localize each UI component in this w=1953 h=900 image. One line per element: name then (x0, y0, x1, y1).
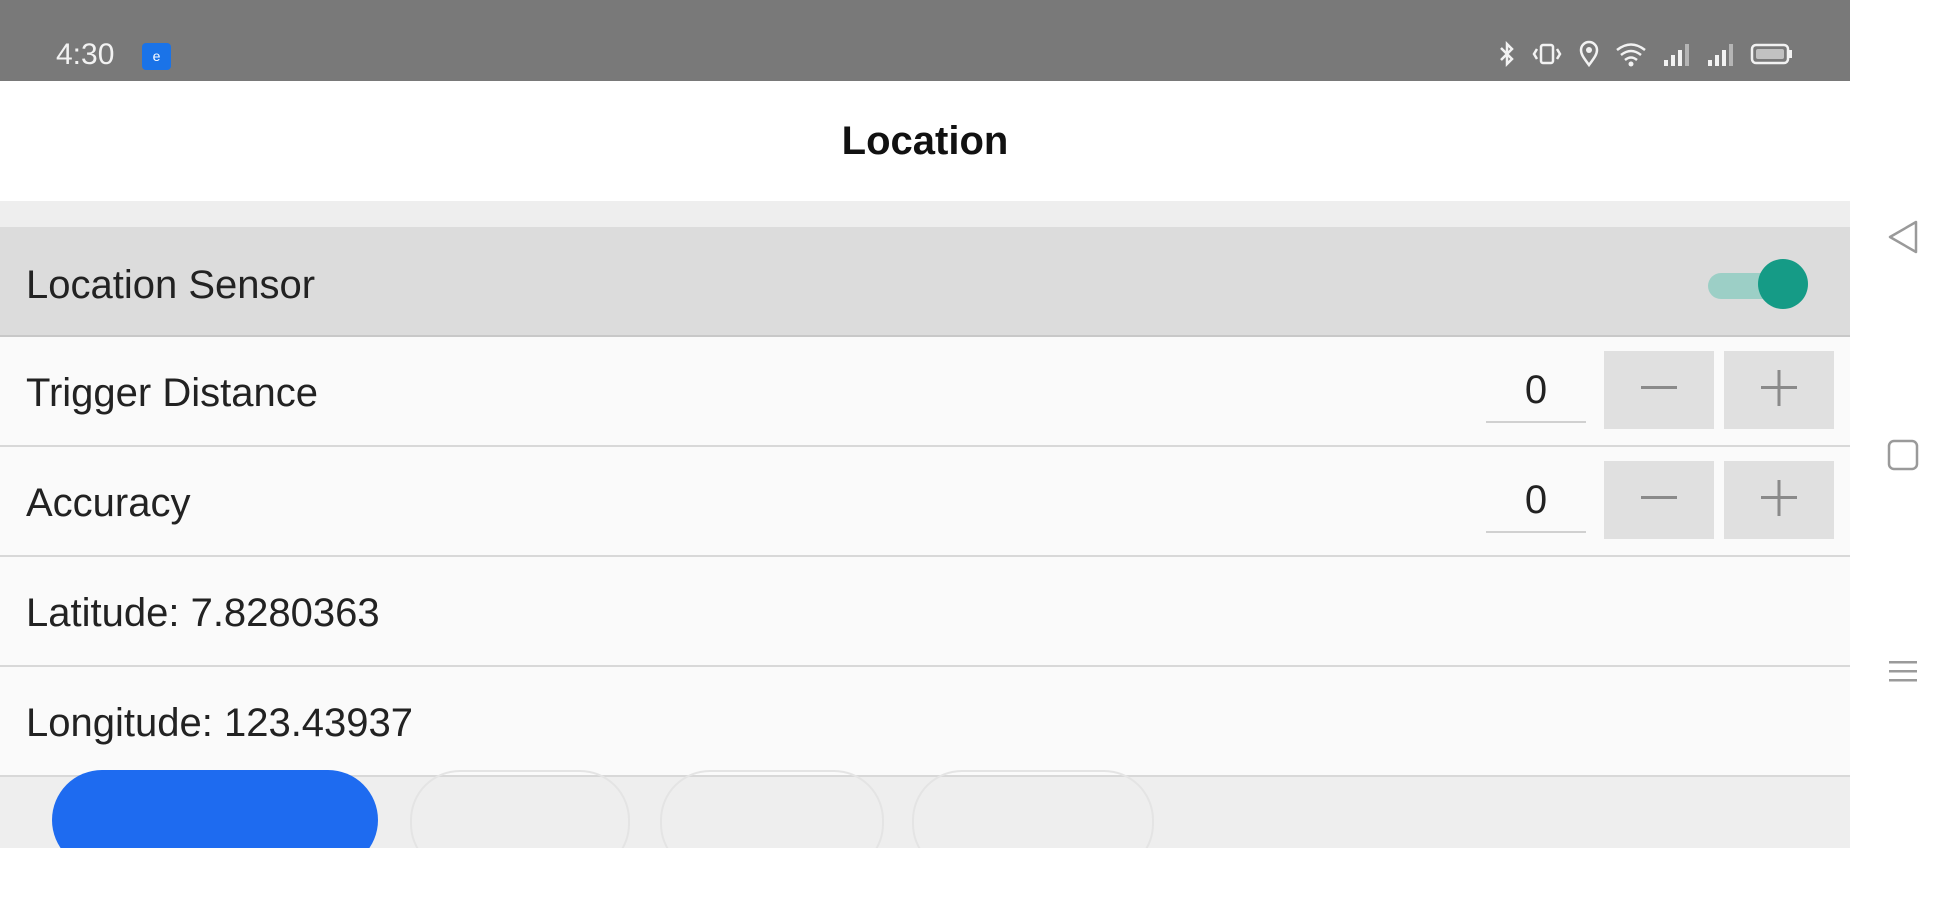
battery-icon (1750, 40, 1794, 68)
app-screen: Location Location Sensor Trigger Distanc… (0, 81, 1850, 848)
toggle-thumb (1758, 259, 1808, 309)
menu-icon[interactable] (1886, 654, 1920, 693)
latitude-text: Latitude: 7.8280363 (26, 591, 380, 635)
location-sensor-row: Location Sensor (0, 227, 1850, 337)
bluetooth-icon (1498, 40, 1516, 68)
page-title: Location (841, 119, 1009, 163)
status-icons (1498, 40, 1794, 68)
status-time: 4:30 (56, 38, 115, 71)
title-bar: Location (0, 81, 1850, 201)
accuracy-decrement-button[interactable] (1604, 461, 1714, 539)
back-icon[interactable] (1886, 218, 1920, 261)
location-sensor-toggle[interactable] (1708, 259, 1808, 309)
signal-icon (1706, 40, 1736, 68)
accuracy-increment-button[interactable] (1724, 461, 1834, 539)
vibrate-icon (1530, 40, 1564, 68)
accuracy-field[interactable]: 0 (1486, 469, 1586, 533)
plus-icon (1759, 368, 1799, 413)
notification-badge: e (142, 43, 171, 70)
home-icon[interactable] (1886, 438, 1920, 477)
accuracy-row: Accuracy 0 (0, 447, 1850, 557)
trigger-distance-row: Trigger Distance 0 (0, 337, 1850, 447)
minus-icon (1639, 478, 1679, 523)
longitude-text: Longitude: 123.43937 (26, 701, 414, 745)
trigger-distance-decrement-button[interactable] (1604, 351, 1714, 429)
location-icon (1578, 40, 1600, 68)
latitude-row: Latitude: 7.8280363 (0, 557, 1850, 667)
trigger-distance-increment-button[interactable] (1724, 351, 1834, 429)
trigger-distance-field[interactable]: 0 (1486, 359, 1586, 423)
minus-icon (1639, 368, 1679, 413)
signal-icon (1662, 40, 1692, 68)
wifi-icon (1614, 40, 1648, 68)
accuracy-label: Accuracy (26, 481, 191, 525)
navigation-bar (1850, 0, 1953, 900)
location-sensor-label: Location Sensor (26, 263, 316, 307)
status-bar: 4:30 e (0, 0, 1850, 81)
plus-icon (1759, 478, 1799, 523)
trigger-distance-label: Trigger Distance (26, 371, 318, 415)
screen-bottom-edge (0, 848, 1953, 900)
longitude-row: Longitude: 123.43937 (0, 667, 1850, 777)
